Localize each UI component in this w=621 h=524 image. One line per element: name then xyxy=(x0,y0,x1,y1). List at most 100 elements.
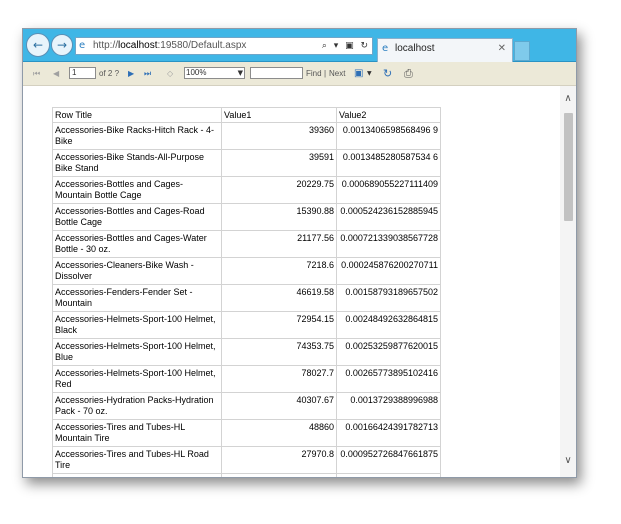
value1-cell: 15390.88 xyxy=(221,203,337,231)
row-title-cell: Accessories-Tires and Tubes-HL Road Tire xyxy=(52,446,222,474)
previous-page-icon[interactable]: ◀ xyxy=(53,62,59,85)
row-title-cell: Accessories-Bottles and Cages-Mountain B… xyxy=(52,176,222,204)
address-bar-icons[interactable]: ⌕ ▾ ▣ ↻ xyxy=(322,38,370,54)
table-row: Accessories-Helmets-Sport-100 Helmet, Bl… xyxy=(52,338,441,366)
value2-cell: 0.000733731286258761 xyxy=(336,473,441,477)
value1-cell: 48860 xyxy=(221,419,337,447)
scroll-thumb[interactable] xyxy=(564,113,573,221)
table-row: Accessories-Bike Stands-All-Purpose Bike… xyxy=(52,149,441,177)
value1-cell: 27970.8 xyxy=(221,446,337,474)
row-title-cell: Accessories-Bottles and Cages-Road Bottl… xyxy=(52,203,222,231)
value2-cell: 0.0013406598568496 9 xyxy=(336,122,441,150)
value2-cell: 0.00158793189657502 xyxy=(336,284,441,312)
value1-cell: 78027.7 xyxy=(221,365,337,393)
table-row: Accessories-Bottles and Cages-Water Bott… xyxy=(52,230,441,258)
table-row: Accessories-Tires and Tubes-LL Mountain … xyxy=(52,473,441,477)
table-row: Accessories-Hydration Packs-Hydration Pa… xyxy=(52,392,441,420)
export-dropdown-icon[interactable]: ▼ xyxy=(367,62,372,85)
row-title-cell: Accessories-Bottles and Cages-Water Bott… xyxy=(52,230,222,258)
column-header: Value1 xyxy=(221,107,337,123)
value1-cell: 7218.6 xyxy=(221,257,337,285)
forward-button[interactable]: → xyxy=(51,34,73,56)
row-title-cell: Accessories-Cleaners-Bike Wash - Dissolv… xyxy=(52,257,222,285)
row-title-cell: Accessories-Helmets-Sport-100 Helmet, Re… xyxy=(52,365,222,393)
next-page-icon[interactable]: ▶ xyxy=(128,62,134,85)
table-row: Accessories-Tires and Tubes-HL Mountain … xyxy=(52,419,441,447)
table-row: Accessories-Bike Racks-Hitch Rack - 4-Bi… xyxy=(52,122,441,150)
table-row: Accessories-Cleaners-Bike Wash - Dissolv… xyxy=(52,257,441,285)
column-header: Row Title xyxy=(52,107,222,123)
value2-cell: 0.0013729388996988 xyxy=(336,392,441,420)
value2-cell: 0.00265773895102416 xyxy=(336,365,441,393)
browser-window: ← → e http://localhost:19580/Default.asp… xyxy=(22,28,577,478)
row-title-cell: Accessories-Hydration Packs-Hydration Pa… xyxy=(52,392,222,420)
last-page-icon[interactable]: ⏭ xyxy=(144,62,151,85)
value1-cell: 46619.58 xyxy=(221,284,337,312)
value2-cell: 0.000524236152885945 xyxy=(336,203,441,231)
value2-cell: 0.000245876200270711 xyxy=(336,257,441,285)
value1-cell: 40307.67 xyxy=(221,392,337,420)
table-header-row: Row Title Value1 Value2 xyxy=(52,107,441,123)
back-to-parent-icon[interactable]: ◇ xyxy=(167,62,173,85)
back-arrow-icon: ← xyxy=(32,38,44,52)
row-title-cell: Accessories-Fenders-Fender Set - Mountai… xyxy=(52,284,222,312)
find-separator: | xyxy=(324,69,327,78)
find-next-link[interactable]: Next xyxy=(329,62,345,85)
column-header: Value2 xyxy=(336,107,441,123)
value1-cell: 21177.56 xyxy=(221,230,337,258)
table-row: Accessories-Bottles and Cages-Mountain B… xyxy=(52,176,441,204)
close-tab-icon[interactable]: ✕ xyxy=(498,39,506,59)
value1-cell: 39360 xyxy=(221,122,337,150)
browser-titlebar: ← → e http://localhost:19580/Default.asp… xyxy=(23,29,576,62)
url-text: http://localhost:19580/Default.aspx xyxy=(93,38,246,54)
value1-cell: 72954.15 xyxy=(221,311,337,339)
refresh-icon[interactable]: ↻ xyxy=(383,62,392,85)
value1-cell: 39591 xyxy=(221,149,337,177)
scroll-down-icon[interactable]: ∨ xyxy=(560,453,576,469)
row-title-cell: Accessories-Bike Racks-Hitch Rack - 4-Bi… xyxy=(52,122,222,150)
page-number-input[interactable]: 1 xyxy=(69,67,96,79)
row-title-cell: Accessories-Tires and Tubes-HL Mountain … xyxy=(52,419,222,447)
find-link[interactable]: Find xyxy=(306,62,322,85)
chevron-down-icon: ▼ xyxy=(237,69,243,77)
table-row: Accessories-Fenders-Fender Set - Mountai… xyxy=(52,284,441,312)
vertical-scrollbar[interactable]: ∧ ∨ xyxy=(560,86,576,477)
value1-cell: 21541.38 xyxy=(221,473,337,477)
row-title-cell: Accessories-Helmets-Sport-100 Helmet, Bl… xyxy=(52,311,222,339)
back-button[interactable]: ← xyxy=(26,33,50,57)
value2-cell: 0.00253259877620015 xyxy=(336,338,441,366)
forward-arrow-icon: → xyxy=(56,38,68,52)
first-page-icon[interactable]: ⏮ xyxy=(33,62,40,85)
report-content: Row Title Value1 Value2 Accessories-Bike… xyxy=(23,86,576,477)
row-title-cell: Accessories-Helmets-Sport-100 Helmet, Bl… xyxy=(52,338,222,366)
zoom-select[interactable]: 100% ▼ xyxy=(184,67,245,79)
row-title-cell: Accessories-Tires and Tubes-LL Mountain … xyxy=(52,473,222,477)
value2-cell: 0.000952726847661875 xyxy=(336,446,441,474)
new-tab-button[interactable] xyxy=(514,41,530,61)
table-row: Accessories-Helmets-Sport-100 Helmet, Re… xyxy=(52,365,441,393)
value2-cell: 0.00166424391782713 xyxy=(336,419,441,447)
table-row: Accessories-Helmets-Sport-100 Helmet, Bl… xyxy=(52,311,441,339)
url-host: localhost xyxy=(118,40,158,51)
report-table: Row Title Value1 Value2 Accessories-Bike… xyxy=(52,107,441,477)
zoom-value: 100% xyxy=(186,68,207,77)
value2-cell: 0.000689055227111409 xyxy=(336,176,441,204)
scroll-up-icon[interactable]: ∧ xyxy=(560,91,576,107)
value1-cell: 74353.75 xyxy=(221,338,337,366)
page-count-label: of 2 ? xyxy=(99,69,120,78)
tab-localhost[interactable]: e localhost ✕ xyxy=(377,38,513,62)
value2-cell: 0.000721339038567728 xyxy=(336,230,441,258)
table-row: Accessories-Bottles and Cages-Road Bottl… xyxy=(52,203,441,231)
url-rest: :19580/Default.aspx xyxy=(157,40,247,51)
value2-cell: 0.0013485280587534 6 xyxy=(336,149,441,177)
find-input[interactable] xyxy=(250,67,303,79)
tab-label: localhost xyxy=(395,43,435,54)
url-prefix: http:// xyxy=(93,40,119,51)
ie-tab-icon: e xyxy=(382,43,389,54)
print-icon[interactable]: ⎙ xyxy=(404,62,413,85)
export-icon[interactable]: ▣ xyxy=(354,62,363,85)
address-bar[interactable]: e http://localhost:19580/Default.aspx ⌕ … xyxy=(75,37,373,55)
value1-cell: 20229.75 xyxy=(221,176,337,204)
table-row: Accessories-Tires and Tubes-HL Road Tire… xyxy=(52,446,441,474)
value2-cell: 0.00248492632864815 xyxy=(336,311,441,339)
